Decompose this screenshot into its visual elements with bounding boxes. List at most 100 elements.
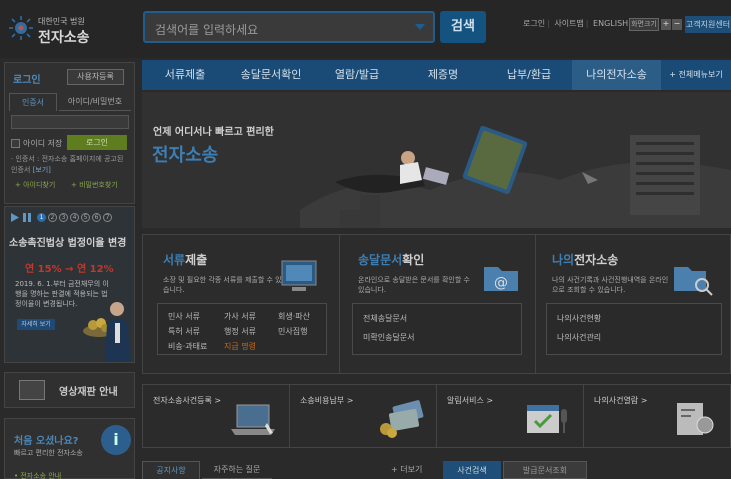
login-button[interactable]: 로그인: [67, 135, 127, 150]
service-description: 소장 및 필요한 각종 서류를 제출할 수 있습니다.: [163, 276, 282, 294]
folder-search-icon: [674, 267, 713, 296]
banner-page-6[interactable]: 6: [92, 213, 101, 222]
certificate-view-link[interactable]: [보기]: [33, 166, 51, 174]
zoom-label: 화면크기: [629, 18, 659, 31]
hero-title: 전자소송: [152, 145, 219, 166]
service-my-lawsuit[interactable]: 나의전자소송 나의 사건기록과 사건진행내역을 온라인으로 조회할 수 있습니다…: [535, 235, 731, 373]
quick-label: 소송비용납부 >: [300, 396, 354, 405]
nav-item-my-lawsuit[interactable]: 나의전자소송: [572, 60, 661, 90]
logo-title: 전자소송: [38, 30, 90, 46]
link-unread-delivery[interactable]: 미확인송달문서: [363, 332, 415, 343]
tab-id-password[interactable]: 아이디/비밀번호: [59, 93, 131, 111]
pause-icon[interactable]: [23, 213, 31, 222]
more-link[interactable]: + 더보기: [391, 464, 422, 475]
laptop-icon: [231, 404, 275, 435]
link-family[interactable]: 가사 서류: [224, 311, 256, 322]
login-panel: 로그인 사용자등록 인증서 아이디/비밀번호 아이디 저장 로그인 · 인증서 …: [4, 62, 135, 204]
support-center-button[interactable]: 고객지원센터: [685, 16, 731, 33]
first-visit-subtitle: 빠르고 편리한 전자소송: [14, 449, 83, 457]
rate-change-banner[interactable]: 1 2 3 4 5 6 7 소송촉진법상 법정이율 변경 연 15% → 연 1…: [4, 206, 135, 363]
quick-fee-payment[interactable]: 소송비용납부 >: [290, 385, 437, 447]
link-payment-order[interactable]: 지급 명령: [224, 341, 256, 352]
video-trial-guide[interactable]: 영상재판 안내: [4, 372, 135, 408]
first-visit-panel: 처음 오셨나요? 빠르고 편리한 전자소송 • 전자소송 안내 i: [4, 418, 135, 479]
certificate-note: · 인증서 : 전자소송 홈페이지에 공고된 인증서 [보기]: [11, 154, 131, 176]
link-my-case-manage[interactable]: 나의사건관리: [557, 332, 601, 343]
search-placeholder: 검색어를 입력하세요: [155, 23, 259, 37]
quick-case-view[interactable]: 나의사건열람 >: [584, 385, 731, 447]
certificate-note-text: · 인증서 : 전자소송 홈페이지에 공고된 인증서: [11, 155, 124, 174]
find-id-link[interactable]: + 아이디찾기: [15, 180, 55, 190]
link-civil-execution[interactable]: 민사집행: [278, 326, 307, 337]
mail-folder-icon: @: [484, 267, 518, 291]
tab-certificate[interactable]: 인증서: [9, 93, 57, 111]
rate-more-button[interactable]: 자세히 보기: [17, 319, 55, 330]
link-my-case-status[interactable]: 나의사건현황: [557, 313, 601, 324]
service-link-list: 전체송달문서 미확인송달문서: [352, 303, 522, 355]
banner-page-7[interactable]: 7: [103, 213, 112, 222]
logo-subtitle: 대한민국 법원: [38, 17, 85, 26]
info-icon: i: [101, 425, 131, 455]
login-title: 로그인: [13, 75, 41, 86]
link-bankruptcy[interactable]: 회생·파산: [278, 311, 310, 322]
signup-button[interactable]: 사용자등록: [67, 69, 124, 85]
service-delivery-check[interactable]: 송달문서확인 온라인으로 송달받은 문서를 확인할 수 있습니다. @ 전체송달…: [339, 235, 535, 373]
service-description: 온라인으로 송달받은 문서를 확인할 수 있습니다.: [358, 276, 470, 294]
banner-page-5[interactable]: 5: [81, 213, 90, 222]
link-nonlitigation[interactable]: 비송·과태료: [168, 341, 207, 352]
certificate-field[interactable]: [11, 115, 129, 129]
save-id-checkbox[interactable]: [11, 139, 20, 148]
banner-page-4[interactable]: 4: [70, 213, 79, 222]
top-links: 로그인 | 사이트맵 | ENGLISH: [523, 19, 629, 28]
nav-item-certificates[interactable]: 제증명: [400, 60, 486, 90]
service-title: 송달문서확인: [358, 253, 425, 267]
service-description: 나의 사건기록과 사건진행내역을 온라인으로 조회할 수 있습니다.: [552, 276, 669, 294]
link-patent[interactable]: 특허 서류: [168, 326, 200, 337]
link-administrative[interactable]: 행정 서류: [224, 326, 256, 337]
find-password-link[interactable]: + 비밀번호찾기: [71, 180, 118, 190]
court-logo[interactable]: 대한민국 법원 전자소송: [6, 14, 136, 46]
rate-arrow: →: [65, 264, 74, 275]
quick-label: 알림서비스 >: [447, 396, 494, 405]
quick-notification[interactable]: 알림서비스 >: [437, 385, 584, 447]
judge-illustration-icon: [83, 302, 131, 362]
nav-item-payment-refund[interactable]: 납부/환급: [486, 60, 572, 90]
card-payment-icon: [380, 400, 424, 438]
tab-issued-document[interactable]: 발급문서조회: [503, 461, 587, 479]
nav-item-document-submit[interactable]: 서류제출: [142, 60, 228, 90]
top-link-login[interactable]: 로그인: [523, 19, 545, 28]
video-trial-label: 영상재판 안내: [59, 387, 118, 398]
play-icon[interactable]: [11, 213, 19, 222]
tab-notice[interactable]: 공지사항: [142, 461, 200, 479]
svg-text:@: @: [494, 275, 508, 291]
rate-banner-title: 소송촉진법상 법정이율 변경: [9, 238, 127, 249]
service-document-submit[interactable]: 서류제출 소장 및 필요한 각종 서류를 제출할 수 있습니다. 민사 서류 가…: [143, 235, 339, 373]
tab-case-search[interactable]: 사건검색: [443, 461, 501, 479]
service-link-list: 나의사건현황 나의사건관리: [546, 303, 722, 355]
banner-page-3[interactable]: 3: [59, 213, 68, 222]
all-menu-link[interactable]: + 전체메뉴보기: [661, 60, 731, 90]
main-nav: 서류제출 송달문서확인 열람/발급 제증명 납부/환급 나의전자소송 + 전체메…: [142, 60, 731, 90]
top-link-sitemap[interactable]: 사이트맵: [554, 19, 583, 28]
nav-item-view-issue[interactable]: 열람/발급: [314, 60, 400, 90]
service-link-list: 민사 서류 가사 서류 회생·파산 특허 서류 행정 서류 민사집행 비송·과태…: [157, 303, 327, 355]
top-link-english[interactable]: ENGLISH: [593, 19, 628, 28]
hero-illustration-icon: [300, 125, 731, 228]
guide-link[interactable]: • 전자소송 안내: [14, 471, 61, 479]
link-civil[interactable]: 민사 서류: [168, 311, 200, 322]
banner-page-1[interactable]: 1: [37, 213, 46, 222]
quick-case-registration[interactable]: 전자소송사건등록 >: [143, 385, 290, 447]
rate-to: 연 12%: [76, 264, 114, 275]
service-panel: 서류제출 소장 및 필요한 각종 서류를 제출할 수 있습니다. 민사 서류 가…: [142, 234, 731, 374]
service-title: 서류제출: [163, 253, 208, 267]
search-input[interactable]: 검색어를 입력하세요: [143, 11, 435, 43]
search-button[interactable]: 검색: [440, 11, 486, 43]
link-all-delivery[interactable]: 전체송달문서: [363, 313, 407, 324]
banner-page-2[interactable]: 2: [48, 213, 57, 222]
nav-item-delivery-check[interactable]: 송달문서확인: [228, 60, 314, 90]
chevron-down-icon[interactable]: [415, 24, 425, 30]
tab-faq[interactable]: 자주하는 질문: [202, 461, 272, 479]
quick-menu: 전자소송사건등록 > 소송비용납부 > 알림서비스 > 나의사건열람 >: [142, 384, 731, 448]
zoom-out-button[interactable]: −: [672, 19, 682, 30]
zoom-in-button[interactable]: +: [661, 19, 671, 30]
